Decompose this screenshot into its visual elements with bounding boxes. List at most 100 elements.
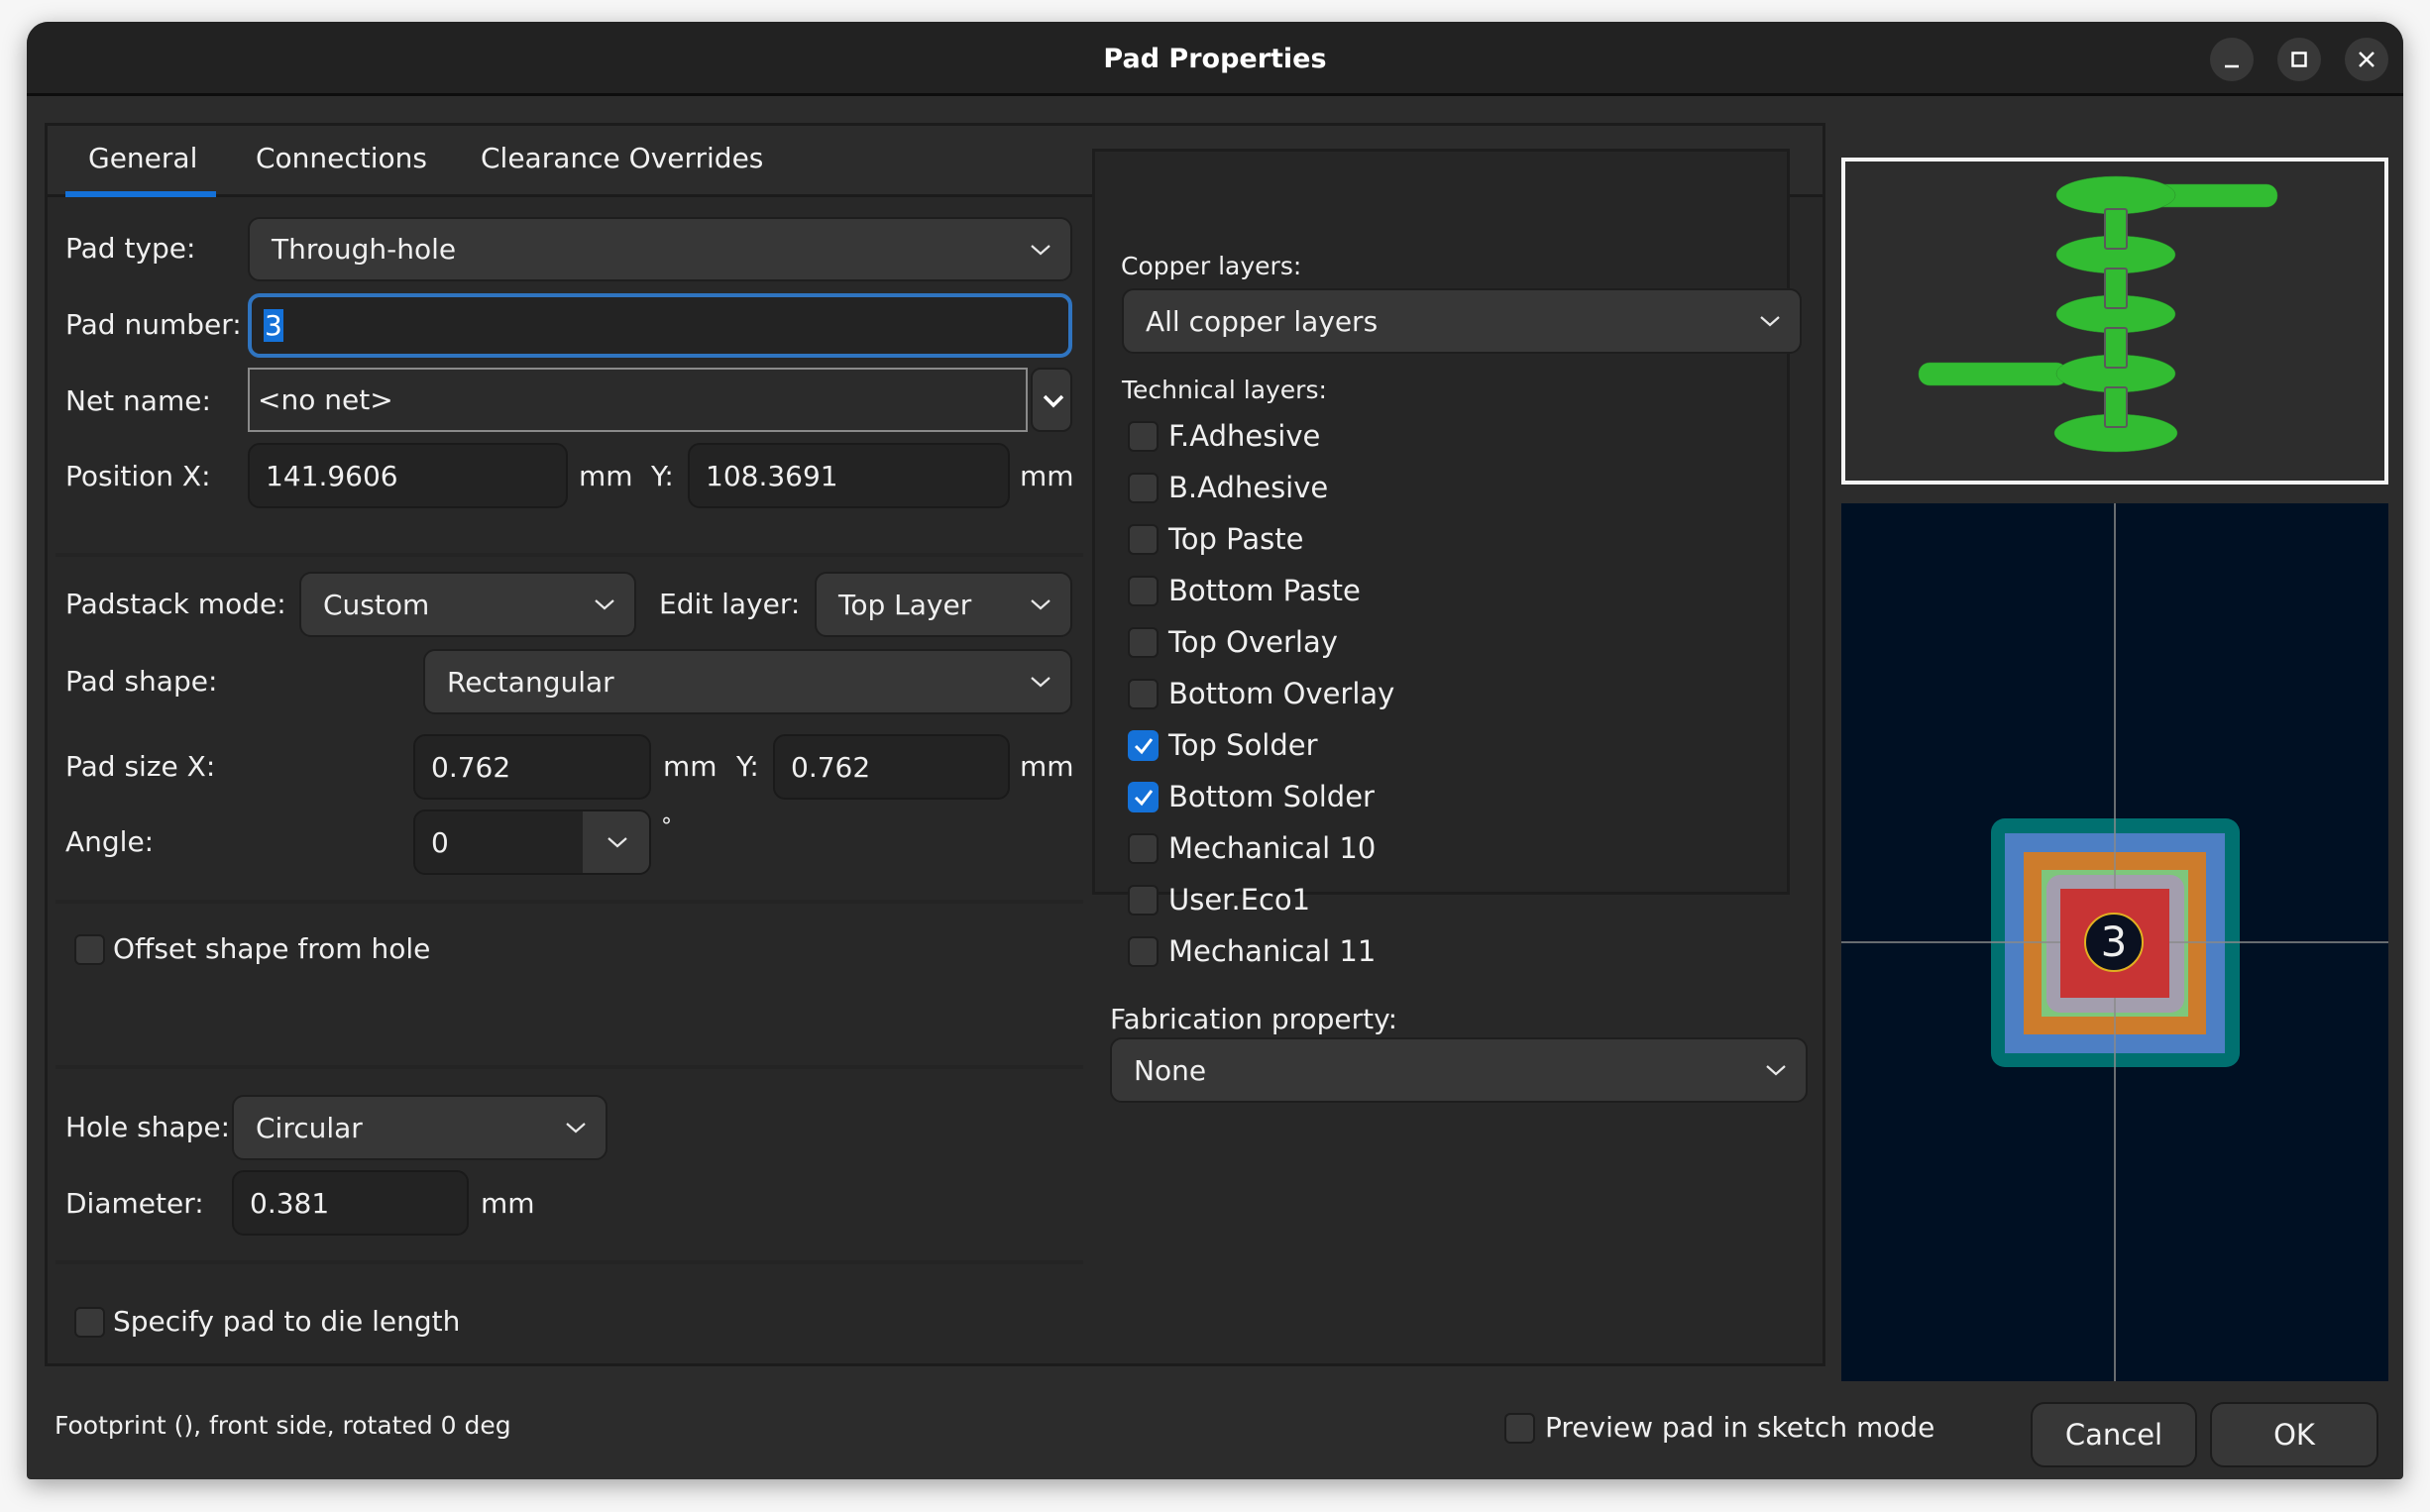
tab-connections[interactable]: Connections <box>234 126 449 197</box>
copper-layers-value: All copper layers <box>1146 304 1379 338</box>
separator <box>55 1065 1083 1069</box>
active-tab-indicator <box>65 191 216 197</box>
checkmark-icon <box>1134 790 1154 807</box>
dialog-title: Pad Properties <box>1103 44 1327 74</box>
pad-shape-dropdown[interactable]: Rectangular <box>423 649 1072 714</box>
layer-label: Bottom Solder <box>1168 780 1375 813</box>
layer-label: Mechanical 10 <box>1168 831 1377 865</box>
pad-size-x-unit: mm <box>663 750 718 783</box>
pad-shape-label: Pad shape: <box>65 665 218 698</box>
layer-label: F.Adhesive <box>1168 419 1321 453</box>
angle-dropdown-button[interactable] <box>583 811 649 873</box>
minimize-button[interactable] <box>2210 38 2254 81</box>
net-name-label: Net name: <box>65 384 211 417</box>
position-x-input[interactable]: 141.9606 <box>248 443 568 508</box>
edit-layer-value: Top Layer <box>838 588 972 621</box>
layer-label: Top Paste <box>1168 522 1304 556</box>
pad-to-die-checkbox[interactable] <box>74 1307 105 1338</box>
layer-label: Mechanical 11 <box>1168 934 1377 968</box>
diameter-unit: mm <box>481 1187 535 1220</box>
position-y-input[interactable]: 108.3691 <box>688 443 1010 508</box>
angle-label: Angle: <box>65 825 155 858</box>
angle-combobox[interactable]: 0 <box>413 810 651 875</box>
net-name-value: <no net> <box>258 383 393 416</box>
layer-checkbox-top-solder[interactable] <box>1128 730 1159 761</box>
position-y-value: 108.3691 <box>706 459 838 492</box>
copper-layers-dropdown[interactable]: All copper layers <box>1122 288 1802 354</box>
close-button[interactable] <box>2345 38 2388 81</box>
chevron-down-icon <box>1043 394 1064 408</box>
fabrication-property-dropdown[interactable]: None <box>1110 1037 1808 1103</box>
layer-label: Bottom Overlay <box>1168 677 1395 710</box>
sketch-mode-label: Preview pad in sketch mode <box>1545 1411 1935 1444</box>
chevron-down-icon <box>1766 1065 1786 1076</box>
close-icon <box>2359 52 2375 67</box>
padstack-mode-label: Padstack mode: <box>65 588 286 620</box>
hole-shape-value: Circular <box>256 1111 363 1144</box>
layer-label: B.Adhesive <box>1168 471 1329 504</box>
layer-checkbox-mechanical-10[interactable] <box>1128 833 1159 864</box>
pad-number-value: 3 <box>264 309 283 342</box>
offset-shape-label: Offset shape from hole <box>113 932 431 965</box>
cancel-button[interactable]: Cancel <box>2031 1402 2197 1467</box>
chevron-down-icon <box>1031 599 1050 610</box>
angle-unit: ° <box>661 814 672 839</box>
pad-size-y-value: 0.762 <box>791 750 871 784</box>
layer-checkbox-top-overlay[interactable] <box>1128 627 1159 658</box>
pad-size-y-input[interactable]: 0.762 <box>773 734 1010 800</box>
copper-layers-label: Copper layers: <box>1121 252 1302 280</box>
layer-checkbox-b-adhesive[interactable] <box>1128 473 1159 503</box>
pad-to-die-label: Specify pad to die length <box>113 1305 461 1338</box>
layer-checkbox-bottom-paste[interactable] <box>1128 576 1159 606</box>
diameter-label: Diameter: <box>65 1187 204 1220</box>
layer-checkbox-bottom-overlay[interactable] <box>1128 679 1159 709</box>
layer-label: User.Eco1 <box>1168 883 1311 917</box>
ok-button[interactable]: OK <box>2210 1402 2378 1467</box>
net-name-input[interactable]: <no net> <box>248 368 1028 432</box>
padstack-mode-dropdown[interactable]: Custom <box>299 572 636 637</box>
maximize-icon <box>2291 52 2307 67</box>
layer-checkbox-top-paste[interactable] <box>1128 524 1159 555</box>
layer-checkbox-bottom-solder[interactable] <box>1128 782 1159 812</box>
layer-checkbox-mechanical-11[interactable] <box>1128 936 1159 967</box>
chevron-down-icon <box>1031 677 1050 688</box>
angle-value: 0 <box>431 825 449 859</box>
layer-checkbox-user-eco1[interactable] <box>1128 885 1159 916</box>
layer-checkbox-f-adhesive[interactable] <box>1128 421 1159 452</box>
tab-clearance-overrides[interactable]: Clearance Overrides <box>459 126 785 197</box>
offset-shape-checkbox[interactable] <box>74 934 105 965</box>
pad-number-label: Pad number: <box>65 308 242 341</box>
padstack-mode-value: Custom <box>323 588 430 621</box>
chevron-down-icon <box>566 1123 586 1134</box>
edit-layer-dropdown[interactable]: Top Layer <box>815 572 1072 637</box>
pad-type-dropdown[interactable]: Through-hole <box>248 217 1072 281</box>
layer-label: Top Overlay <box>1168 625 1338 659</box>
layer-label: Top Solder <box>1168 728 1318 762</box>
minimize-icon <box>2225 64 2239 68</box>
technical-layers-label: Technical layers: <box>1122 376 1327 404</box>
sketch-mode-checkbox[interactable] <box>1504 1413 1535 1444</box>
separator <box>55 1260 1083 1264</box>
diameter-value: 0.381 <box>250 1186 330 1220</box>
pad-preview-canvas[interactable]: 3 <box>1841 503 2388 1381</box>
position-y-unit: mm <box>1020 460 1074 492</box>
footprint-status: Footprint (), front side, rotated 0 deg <box>55 1411 511 1440</box>
layer-label: Bottom Paste <box>1168 574 1361 607</box>
pad-size-x-label: Pad size X: <box>65 750 216 783</box>
maximize-button[interactable] <box>2277 38 2321 81</box>
pad-type-label: Pad type: <box>65 232 196 265</box>
tab-general[interactable]: General <box>66 126 219 197</box>
pad-size-y-label: Y: <box>736 750 759 783</box>
pad-number-input[interactable]: 3 <box>248 293 1072 358</box>
separator <box>55 553 1083 557</box>
hole-shape-dropdown[interactable]: Circular <box>232 1095 608 1160</box>
pad-type-value: Through-hole <box>272 233 457 266</box>
pad-size-y-unit: mm <box>1020 750 1074 783</box>
pad-size-x-value: 0.762 <box>431 750 511 784</box>
pad-size-x-input[interactable]: 0.762 <box>413 734 651 800</box>
diameter-input[interactable]: 0.381 <box>232 1170 469 1236</box>
position-x-unit: mm <box>579 460 633 492</box>
chevron-down-icon <box>1031 244 1050 255</box>
checkmark-icon <box>1134 738 1154 755</box>
net-name-dropdown-button[interactable] <box>1031 368 1072 432</box>
